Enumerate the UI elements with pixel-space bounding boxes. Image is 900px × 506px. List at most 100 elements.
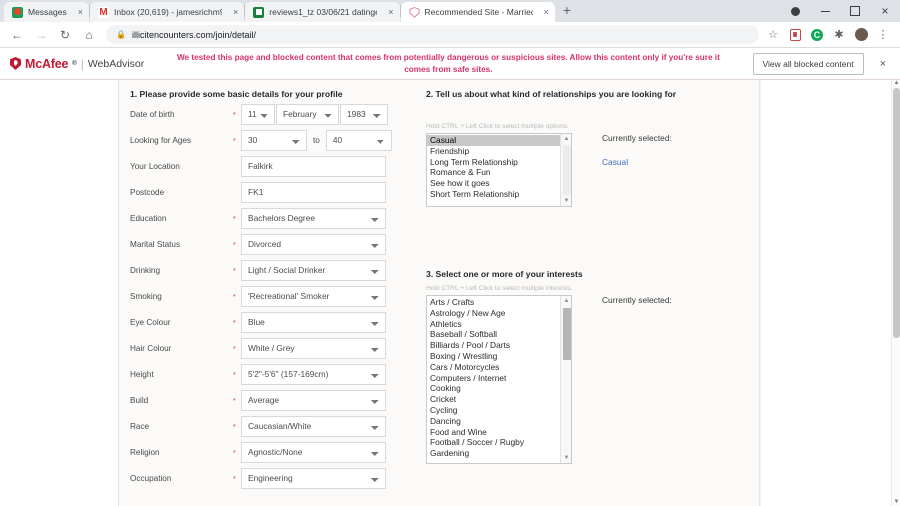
gmail-icon: [98, 6, 110, 18]
back-icon[interactable]: ←: [6, 24, 28, 46]
browser-tab-reviews[interactable]: reviews1_tz 03/06/21 datinger.ul ×: [245, 2, 400, 22]
extensions-puzzle-icon[interactable]: ✱: [832, 28, 846, 42]
dob-year-select[interactable]: 1983: [340, 103, 388, 125]
view-all-blocked-content-button[interactable]: View all blocked content: [752, 52, 864, 75]
minimize-button[interactable]: [810, 0, 840, 22]
dob-day-select[interactable]: 11: [241, 103, 275, 125]
list-item[interactable]: Casual: [427, 135, 571, 146]
required-marker: *: [233, 215, 236, 223]
location-input[interactable]: [241, 155, 386, 177]
list-item[interactable]: See how it goes: [427, 178, 571, 189]
relationship-types-listbox[interactable]: Casual Friendship Long Term Relationship…: [426, 133, 572, 207]
scroll-up-icon[interactable]: ▲: [561, 296, 571, 306]
required-marker: *: [233, 449, 236, 457]
scroll-down-icon[interactable]: ▼: [561, 196, 571, 206]
list-item[interactable]: Friendship: [427, 146, 571, 157]
field-label: Education: [130, 213, 167, 223]
marital-status-select[interactable]: Divorced: [241, 233, 386, 255]
scroll-down-icon[interactable]: ▼: [893, 499, 900, 506]
tab-close-icon[interactable]: ×: [78, 7, 83, 17]
list-item[interactable]: Gardening: [427, 448, 571, 459]
tab-title: Inbox (20,619) - jamesrichm97@: [114, 7, 222, 17]
list-item[interactable]: Long Term Relationship: [427, 157, 571, 168]
dob-month-select[interactable]: February: [276, 103, 339, 125]
tab-title: Messages: [28, 7, 67, 17]
reload-icon[interactable]: ↻: [54, 24, 76, 46]
build-select[interactable]: Average: [241, 389, 386, 411]
maximize-button[interactable]: [840, 0, 870, 22]
list-item[interactable]: Arts / Crafts: [427, 297, 571, 308]
list-item[interactable]: Food and Wine: [427, 427, 571, 438]
list-item[interactable]: Football / Soccer / Rugby: [427, 437, 571, 448]
smoking-select[interactable]: 'Recreational' Smoker: [241, 285, 386, 307]
required-marker: *: [233, 267, 236, 275]
religion-select[interactable]: Agnostic/None: [241, 441, 386, 463]
list-item[interactable]: Computers / Internet: [427, 373, 571, 384]
page-scrollbar[interactable]: ▲ ▼: [891, 80, 900, 506]
registered-mark: ®: [72, 60, 77, 67]
browser-toolbar: ← → ↻ ⌂ 🔒 illicitencounters.com/join/det…: [0, 22, 900, 48]
list-item[interactable]: Cycling: [427, 405, 571, 416]
list-item[interactable]: Cricket: [427, 394, 571, 405]
relationships-row: Casual Friendship Long Term Relationship…: [426, 133, 756, 207]
occupation-select[interactable]: Engineering: [241, 467, 386, 489]
bookmark-star-icon[interactable]: ☆: [766, 28, 780, 42]
address-bar[interactable]: 🔒 illicitencounters.com/join/detail/: [106, 25, 759, 44]
tab-close-icon[interactable]: ×: [233, 7, 238, 17]
height-select[interactable]: 5'2"-5'6" (157-169cm): [241, 363, 386, 385]
home-icon[interactable]: ⌂: [78, 24, 100, 46]
browser-tab-recommended-site[interactable]: Recommended Site - Married D ×: [400, 2, 555, 22]
scroll-thumb[interactable]: [562, 145, 571, 195]
section-2-hint: Hold CTRL + Left Click to select multipl…: [426, 123, 569, 130]
page-margin-left: [0, 80, 118, 506]
required-marker: *: [233, 475, 236, 483]
education-select[interactable]: Bachelors Degree: [241, 207, 386, 229]
race-select[interactable]: Caucasian/White: [241, 415, 386, 437]
section-3-title: 3. Select one or more of your interests: [426, 269, 583, 279]
list-item[interactable]: Short Term Relationship: [427, 189, 571, 200]
close-window-button[interactable]: ×: [870, 0, 900, 22]
drinking-select[interactable]: Light / Social Drinker: [241, 259, 386, 281]
field-build: Build * Average: [130, 387, 405, 413]
profile-dot-icon[interactable]: [780, 0, 810, 22]
list-item[interactable]: Dancing: [427, 416, 571, 427]
field-label: Build: [130, 395, 149, 405]
chrome-menu-icon[interactable]: ⋮: [876, 28, 890, 42]
list-item[interactable]: Athletics: [427, 319, 571, 330]
tab-close-icon[interactable]: ×: [544, 7, 549, 17]
eye-colour-select[interactable]: Blue: [241, 311, 386, 333]
forward-icon[interactable]: →: [30, 24, 52, 46]
browser-tab-inbox[interactable]: Inbox (20,619) - jamesrichm97@ ×: [90, 2, 245, 22]
scroll-up-icon[interactable]: ▲: [561, 134, 571, 144]
tab-close-icon[interactable]: ×: [388, 7, 393, 17]
grammarly-icon[interactable]: [810, 28, 824, 42]
list-item[interactable]: Cars / Motorcycles: [427, 362, 571, 373]
interests-listbox[interactable]: Arts / Crafts Astrology / New Age Athlet…: [426, 295, 572, 464]
postcode-input[interactable]: [241, 181, 386, 203]
list-item[interactable]: Billiards / Pool / Darts: [427, 340, 571, 351]
listbox-scrollbar[interactable]: ▲ ▼: [560, 134, 571, 206]
required-marker: *: [233, 137, 236, 145]
page-scroll-thumb[interactable]: [893, 88, 900, 338]
field-looking-for-ages: Looking for Ages * 30 to 40: [130, 127, 405, 153]
age-from-select[interactable]: 30: [241, 129, 307, 151]
banner-close-icon[interactable]: ×: [874, 58, 892, 70]
hair-colour-select[interactable]: White / Grey: [241, 337, 386, 359]
age-to-select[interactable]: 40: [325, 129, 392, 151]
extension-icon[interactable]: [788, 28, 802, 42]
new-tab-button[interactable]: +: [555, 3, 579, 19]
required-marker: *: [233, 397, 236, 405]
list-item[interactable]: Baseball / Softball: [427, 329, 571, 340]
list-item[interactable]: Boxing / Wrestling: [427, 351, 571, 362]
relationship-selected-panel: Currently selected: Casual: [572, 133, 672, 167]
scroll-thumb[interactable]: [562, 308, 571, 360]
section-1-title: 1. Please provide some basic details for…: [130, 89, 343, 99]
browser-tab-messages[interactable]: Messages ×: [4, 2, 90, 22]
scroll-down-icon[interactable]: ▼: [561, 453, 571, 463]
list-item[interactable]: Astrology / New Age: [427, 308, 571, 319]
avatar[interactable]: [854, 28, 868, 42]
listbox-scrollbar[interactable]: ▲ ▼: [560, 296, 571, 463]
list-item[interactable]: Cooking: [427, 383, 571, 394]
list-item[interactable]: Romance & Fun: [427, 167, 571, 178]
scroll-up-icon[interactable]: ▲: [893, 80, 900, 87]
